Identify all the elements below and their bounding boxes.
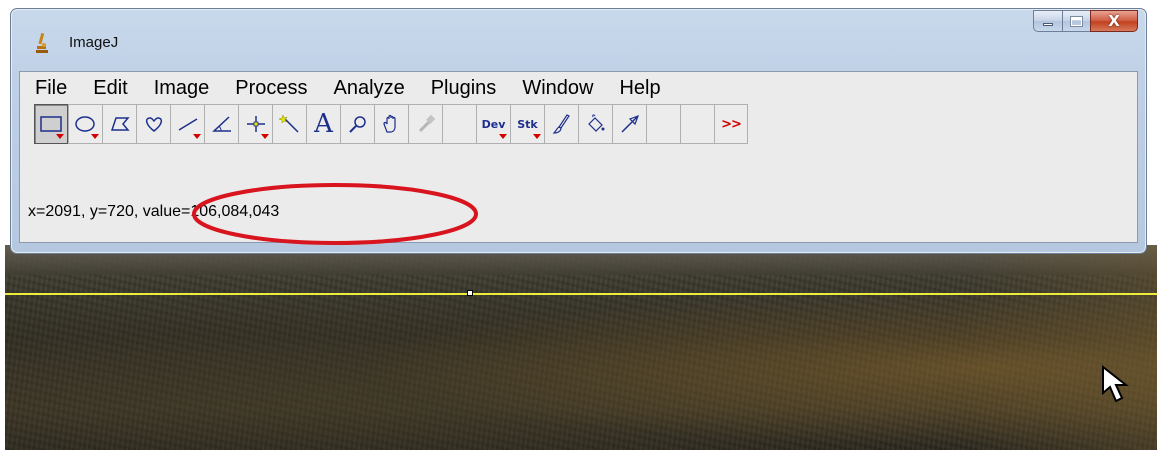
angle-icon bbox=[211, 116, 231, 132]
empty-slot-1 bbox=[442, 104, 476, 144]
minimize-icon bbox=[1043, 23, 1053, 26]
wand-icon bbox=[277, 114, 299, 133]
polygon-tool[interactable] bbox=[102, 104, 136, 144]
polygon-icon bbox=[110, 117, 130, 131]
text-A-icon: A bbox=[314, 109, 333, 139]
menu-analyze[interactable]: Analyze bbox=[321, 73, 418, 103]
point-crosshair-icon bbox=[246, 116, 265, 132]
magnifier-tool[interactable] bbox=[340, 104, 374, 144]
bucket-icon bbox=[587, 114, 604, 132]
brush-tool[interactable] bbox=[544, 104, 578, 144]
double-chevron-icon: >> bbox=[721, 116, 742, 132]
annotation-ellipse bbox=[192, 183, 478, 245]
menu-process[interactable]: Process bbox=[222, 73, 320, 103]
heart-freehand-icon bbox=[145, 117, 162, 132]
empty-slot-2 bbox=[646, 104, 680, 144]
flood-fill-tool[interactable] bbox=[578, 104, 612, 144]
wand-tool[interactable] bbox=[272, 104, 306, 144]
hand-icon bbox=[382, 114, 396, 133]
menu-help[interactable]: Help bbox=[606, 73, 673, 103]
stacks-menu[interactable]: Stk bbox=[510, 104, 544, 144]
line-icon bbox=[178, 118, 197, 131]
arrow-icon bbox=[620, 114, 639, 133]
more-tools[interactable]: >> bbox=[714, 104, 748, 144]
oval-icon bbox=[74, 116, 95, 132]
menu-image[interactable]: Image bbox=[141, 73, 223, 103]
image-warm-region bbox=[957, 245, 1157, 450]
line-selection[interactable] bbox=[5, 293, 1157, 295]
developer-menu[interactable]: Dev bbox=[476, 104, 510, 144]
freehand-tool[interactable] bbox=[136, 104, 170, 144]
microscope-app-icon bbox=[36, 32, 48, 53]
empty-slot-3 bbox=[680, 104, 714, 144]
brush-icon bbox=[552, 114, 570, 134]
arrow-tool[interactable] bbox=[612, 104, 646, 144]
rectangle-tool[interactable] bbox=[34, 104, 68, 144]
imagej-window[interactable]: ImageJ X File Edit Image Process Analyze… bbox=[10, 8, 1147, 254]
angle-tool[interactable] bbox=[204, 104, 238, 144]
rectangle-icon bbox=[40, 116, 62, 132]
oval-tool[interactable] bbox=[68, 104, 102, 144]
mouse-cursor-icon bbox=[1102, 364, 1129, 403]
rectangle-menu-indicator bbox=[56, 134, 64, 139]
title-bar[interactable]: ImageJ X bbox=[11, 9, 1146, 71]
minimize-button[interactable] bbox=[1033, 10, 1062, 32]
point-menu-indicator bbox=[261, 134, 269, 139]
text-tool[interactable]: A bbox=[306, 104, 340, 144]
maximize-button[interactable] bbox=[1062, 10, 1090, 32]
menu-window[interactable]: Window bbox=[509, 73, 606, 103]
menu-bar: File Edit Image Process Analyze Plugins … bbox=[20, 72, 1137, 104]
image-canvas[interactable] bbox=[5, 245, 1157, 450]
maximize-icon bbox=[1070, 15, 1083, 27]
window-title: ImageJ bbox=[69, 34, 119, 51]
menu-edit[interactable]: Edit bbox=[80, 73, 140, 103]
oval-menu-indicator bbox=[91, 134, 99, 139]
dev-menu-indicator bbox=[499, 134, 507, 139]
toolbar: A Dev Stk >> bbox=[34, 104, 748, 144]
color-picker-tool[interactable] bbox=[408, 104, 442, 144]
close-icon: X bbox=[1108, 12, 1120, 30]
stk-icon: Stk bbox=[517, 117, 538, 131]
close-button[interactable]: X bbox=[1090, 10, 1138, 32]
menu-plugins[interactable]: Plugins bbox=[418, 73, 510, 103]
line-tool[interactable] bbox=[170, 104, 204, 144]
line-selection-handle[interactable] bbox=[467, 290, 473, 296]
scroll-tool[interactable] bbox=[374, 104, 408, 144]
status-bar: x=2091, y=720, value=106,084,043 bbox=[20, 158, 1137, 245]
line-menu-indicator bbox=[193, 134, 201, 139]
magnifier-icon bbox=[348, 116, 366, 133]
menu-file[interactable]: File bbox=[26, 73, 80, 103]
window-controls: X bbox=[1033, 10, 1138, 34]
dropper-icon bbox=[418, 114, 435, 133]
stk-menu-indicator bbox=[533, 134, 541, 139]
imagej-main-panel: File Edit Image Process Analyze Plugins … bbox=[19, 71, 1138, 245]
point-tool[interactable] bbox=[238, 104, 272, 144]
dev-icon: Dev bbox=[481, 117, 506, 131]
